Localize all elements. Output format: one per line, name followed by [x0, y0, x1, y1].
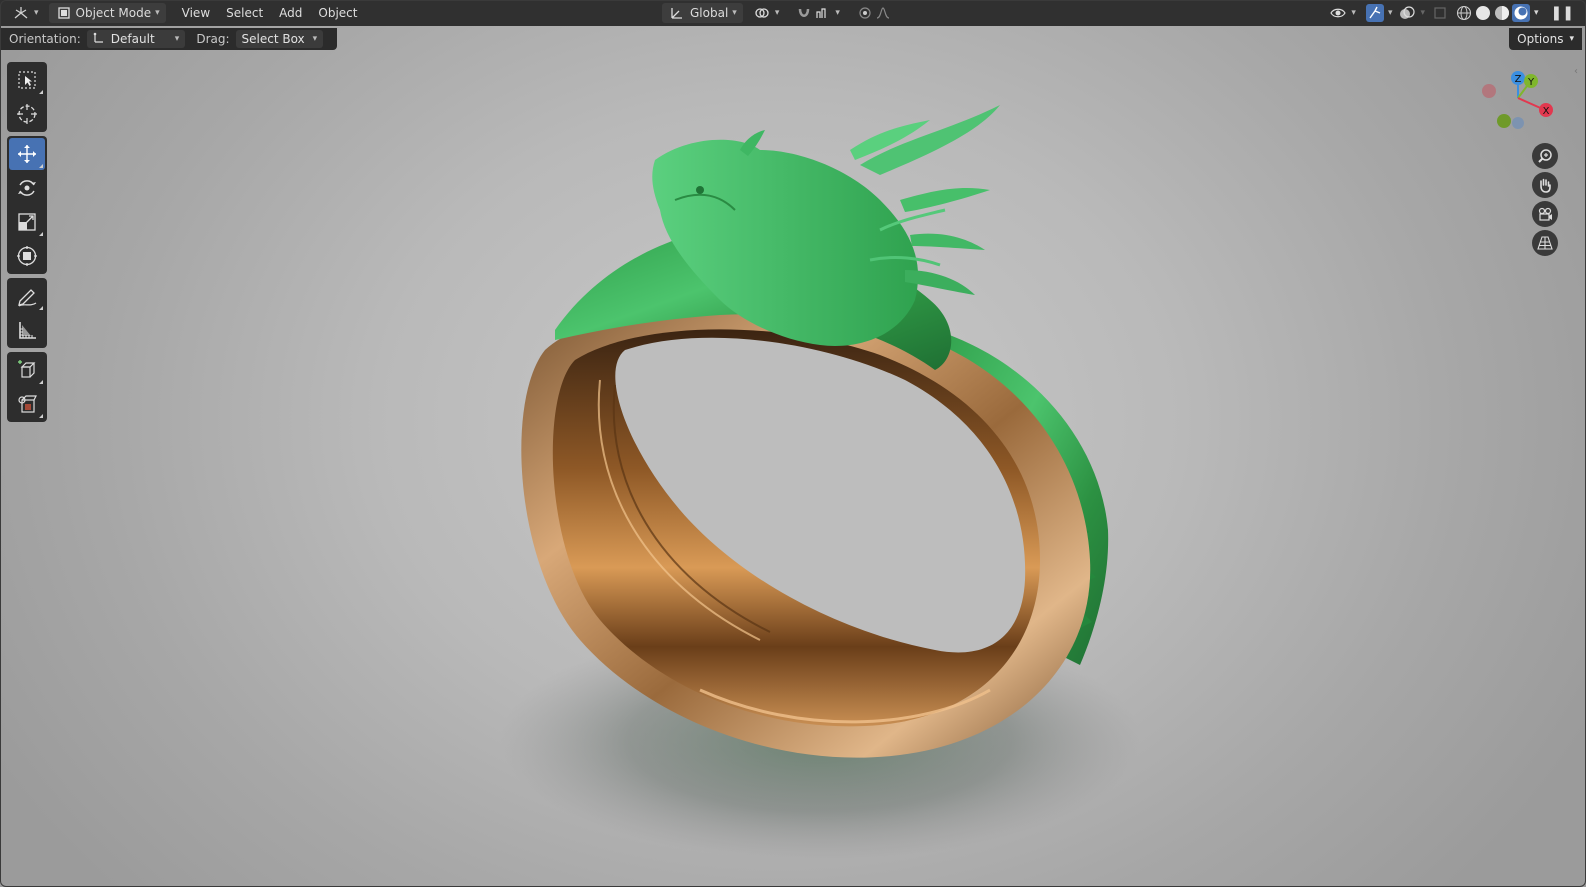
transform-tool[interactable]: [9, 240, 45, 272]
xray-icon: [1431, 4, 1449, 22]
chevron-down-icon: ▾: [174, 34, 180, 44]
pan-hand-icon: [1540, 178, 1551, 193]
proportional-edit-icon: [856, 4, 874, 22]
rotate-icon: [18, 180, 36, 196]
chevron-down-icon: ▾: [1569, 34, 1574, 44]
add-object-icon: [18, 395, 37, 413]
navigation-gizmo[interactable]: Z Y X: [1478, 68, 1558, 134]
camera-view-button[interactable]: [1532, 201, 1558, 227]
axis-y-label: Y: [1527, 77, 1535, 88]
solid-shading-icon[interactable]: [1474, 4, 1492, 22]
orientation-dropdown[interactable]: Default ▾: [86, 30, 186, 48]
orientation-label: Global: [690, 6, 729, 20]
chevron-down-icon: ▾: [835, 8, 840, 18]
falloff-curve-icon: [874, 4, 892, 22]
proportional-edit-toggle[interactable]: [850, 3, 898, 23]
select-box-tool[interactable]: [9, 64, 45, 96]
chevron-down-icon: ▾: [312, 34, 318, 44]
pause-icon: ❚❚: [1550, 5, 1574, 21]
add-cube-icon: [18, 360, 36, 378]
menu-view[interactable]: View: [174, 3, 218, 23]
transform-orientation-selector[interactable]: Global ▾: [662, 3, 743, 23]
tool-group-select: [7, 62, 47, 132]
scale-icon: [18, 213, 36, 231]
visibility-icon: [1329, 4, 1347, 22]
orientation-icon: [668, 4, 686, 22]
xray-toggle[interactable]: [1429, 3, 1451, 23]
camera-view-icon: [1538, 207, 1552, 221]
chevron-down-icon: ▾: [34, 8, 39, 18]
axis-x-label: X: [1543, 106, 1550, 117]
3d-viewport[interactable]: ▾ Object Mode ▾ View Select Add Object G…: [0, 0, 1586, 887]
tool-settings-bar: Orientation: Default ▾ Drag: Select Box …: [0, 28, 338, 50]
sidebar-toggle[interactable]: ❚❚: [1547, 3, 1578, 23]
scene-render: [500, 105, 1140, 860]
drag-dropdown[interactable]: Select Box ▾: [235, 30, 324, 48]
tool-group-add: [7, 352, 47, 422]
pivot-icon: [753, 4, 771, 22]
pivot-point-button[interactable]: ▾: [747, 3, 786, 23]
transform-icon: [17, 246, 37, 266]
move-icon: [18, 145, 36, 163]
gizmo-toggle[interactable]: ▾: [1364, 3, 1395, 23]
snap-magnet-icon: [795, 4, 813, 22]
pan-button[interactable]: [1532, 172, 1558, 198]
chevron-down-icon: ▾: [1387, 8, 1393, 18]
axis-gizmo-icon: Z Y X: [1482, 71, 1553, 129]
3d-viewport-icon: [12, 4, 30, 22]
select-box-icon: [18, 71, 36, 89]
tool-shelf: [7, 62, 47, 426]
zoom-icon: [1538, 149, 1552, 163]
zoom-button[interactable]: [1532, 143, 1558, 169]
chevron-down-icon: ▾: [155, 8, 160, 18]
orientation-value: Default: [110, 32, 155, 46]
orientation-default-icon: [93, 32, 105, 47]
material-shading-icon[interactable]: [1493, 4, 1511, 22]
tool-group-annotate: [7, 278, 47, 348]
measure-ruler-icon: [19, 322, 36, 339]
editor-type-button[interactable]: ▾: [6, 3, 45, 23]
viewport-header: ▾ Object Mode ▾ View Select Add Object G…: [0, 0, 1586, 26]
chevron-down-icon: ▾: [1420, 8, 1425, 18]
options-dropdown[interactable]: Options ▾: [1509, 28, 1582, 50]
cursor-icon: [17, 104, 37, 124]
rendered-shading-icon[interactable]: [1512, 4, 1530, 22]
annotate-tool[interactable]: [9, 280, 45, 312]
measure-tool[interactable]: [9, 314, 45, 346]
menu-select[interactable]: Select: [218, 3, 271, 23]
overlay-icon: [1398, 4, 1416, 22]
tool-group-transform: [7, 136, 47, 274]
chevron-down-icon: ▾: [1351, 8, 1356, 18]
sidebar-collapse-icon[interactable]: ‹: [1574, 66, 1584, 80]
drag-setting-label: Drag:: [196, 32, 230, 46]
gizmo-icon: [1365, 4, 1384, 22]
wireframe-shading-icon[interactable]: [1455, 4, 1473, 22]
mode-label: Object Mode: [75, 6, 152, 20]
cursor-tool[interactable]: [9, 98, 45, 130]
perspective-toggle-button[interactable]: [1532, 230, 1558, 256]
visibility-selector[interactable]: ▾: [1323, 3, 1362, 23]
snap-increment-icon: [813, 4, 831, 22]
snap-toggle[interactable]: ▾: [789, 3, 846, 23]
object-mode-icon: [55, 4, 73, 22]
orientation-setting-label: Orientation:: [9, 32, 81, 46]
chevron-down-icon: ▾: [774, 8, 780, 18]
annotate-pencil-icon: [18, 289, 37, 307]
scale-tool[interactable]: [9, 206, 45, 238]
chevron-down-icon[interactable]: ▾: [1534, 8, 1539, 18]
mode-selector[interactable]: Object Mode ▾: [48, 3, 166, 23]
chevron-down-icon: ▾: [732, 8, 737, 18]
options-label: Options: [1517, 32, 1564, 46]
menu-object[interactable]: Object: [310, 3, 365, 23]
overlay-toggle[interactable]: ▾: [1396, 3, 1427, 23]
axis-z-label: Z: [1515, 74, 1522, 85]
add-object-tool[interactable]: [9, 388, 45, 420]
drag-value: Select Box: [241, 32, 305, 46]
move-tool[interactable]: [9, 138, 45, 170]
perspective-grid-icon: [1537, 236, 1553, 250]
menu-add[interactable]: Add: [271, 3, 310, 23]
add-cube-tool[interactable]: [9, 354, 45, 386]
rotate-tool[interactable]: [9, 172, 45, 204]
